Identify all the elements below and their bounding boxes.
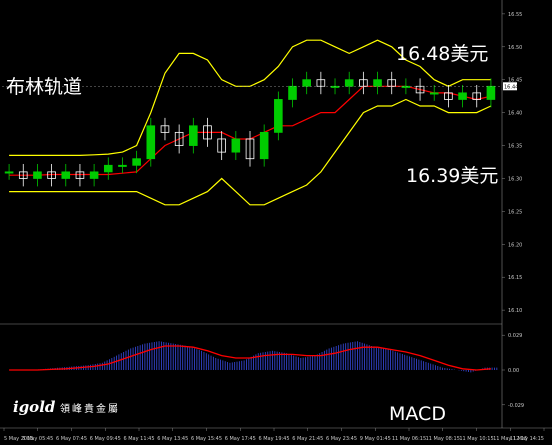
candle-body <box>259 131 269 160</box>
time-tick-label: 11 May 08:15 <box>426 436 460 442</box>
candle-body <box>486 85 496 100</box>
lower-price-annotation: 16.39美元 <box>406 165 498 187</box>
time-tick-label: 6 May 09:45 <box>90 436 121 442</box>
logo-chinese-text: 領峰貴金屬 <box>60 402 120 415</box>
logo-text: igold <box>13 398 56 416</box>
price-tick-label: 16.50 <box>508 45 522 51</box>
price-tick-label: 16.25 <box>508 209 522 215</box>
candle-body <box>189 125 198 146</box>
price-tick-label: 16.10 <box>508 308 522 314</box>
candle-body <box>288 85 297 100</box>
price-tick-label: 16.40 <box>508 111 522 117</box>
current-price-value: 16.44 <box>504 84 518 90</box>
candle-body <box>429 92 439 95</box>
time-tick-label: 6 May 17:45 <box>225 436 256 442</box>
time-tick-label: 11 May 10:15 <box>459 436 493 442</box>
time-tick-label: 9 May 01:45 <box>360 436 391 442</box>
candle-body <box>302 79 311 87</box>
price-tick-label: 16.30 <box>508 176 522 182</box>
macd-tick-label: -0.029 <box>508 403 524 409</box>
time-tick-label: 6 May 15:45 <box>191 436 222 442</box>
time-tick-label: 6 May 23:45 <box>326 436 357 442</box>
macd-label: MACD <box>389 403 446 425</box>
time-tick-label: 6 May 07:45 <box>56 436 87 442</box>
candle-body <box>61 171 71 179</box>
candle-body <box>274 99 283 133</box>
indicator-title: 布林轨道 <box>6 76 82 98</box>
candle-body <box>33 171 42 179</box>
bollinger-macd-chart: 16.5516.5016.4516.4016.3516.3016.2516.20… <box>0 0 552 445</box>
candle-body <box>4 171 14 174</box>
time-tick-label: 6 May 19:45 <box>258 436 289 442</box>
time-tick-label: 11 May 14:15 <box>510 436 544 442</box>
time-tick-label: 5 May 05:45 <box>22 436 53 442</box>
candle-body <box>344 79 354 87</box>
candle-body <box>118 164 127 167</box>
upper-price-annotation: 16.48美元 <box>396 43 488 65</box>
candle-body <box>373 79 382 87</box>
time-tick-label: 11 May 06:15 <box>392 436 426 442</box>
candle-body <box>103 164 113 173</box>
price-tick-label: 16.15 <box>508 275 522 281</box>
candle-body <box>89 171 99 179</box>
time-tick-label: 6 May 11:45 <box>123 436 154 442</box>
price-tick-label: 16.20 <box>508 242 522 248</box>
chart-background <box>0 0 552 445</box>
macd-tick-label: 0.00 <box>508 368 519 374</box>
candle-body <box>132 158 141 166</box>
candle-body <box>458 92 467 100</box>
price-tick-label: 16.55 <box>508 12 522 18</box>
time-tick-label: 6 May 13:45 <box>157 436 188 442</box>
candle-body <box>231 138 241 153</box>
price-tick-label: 16.35 <box>508 144 522 150</box>
candle-body <box>146 125 156 160</box>
macd-tick-label: 0.029 <box>508 333 522 339</box>
time-tick-label: 6 May 21:45 <box>292 436 323 442</box>
